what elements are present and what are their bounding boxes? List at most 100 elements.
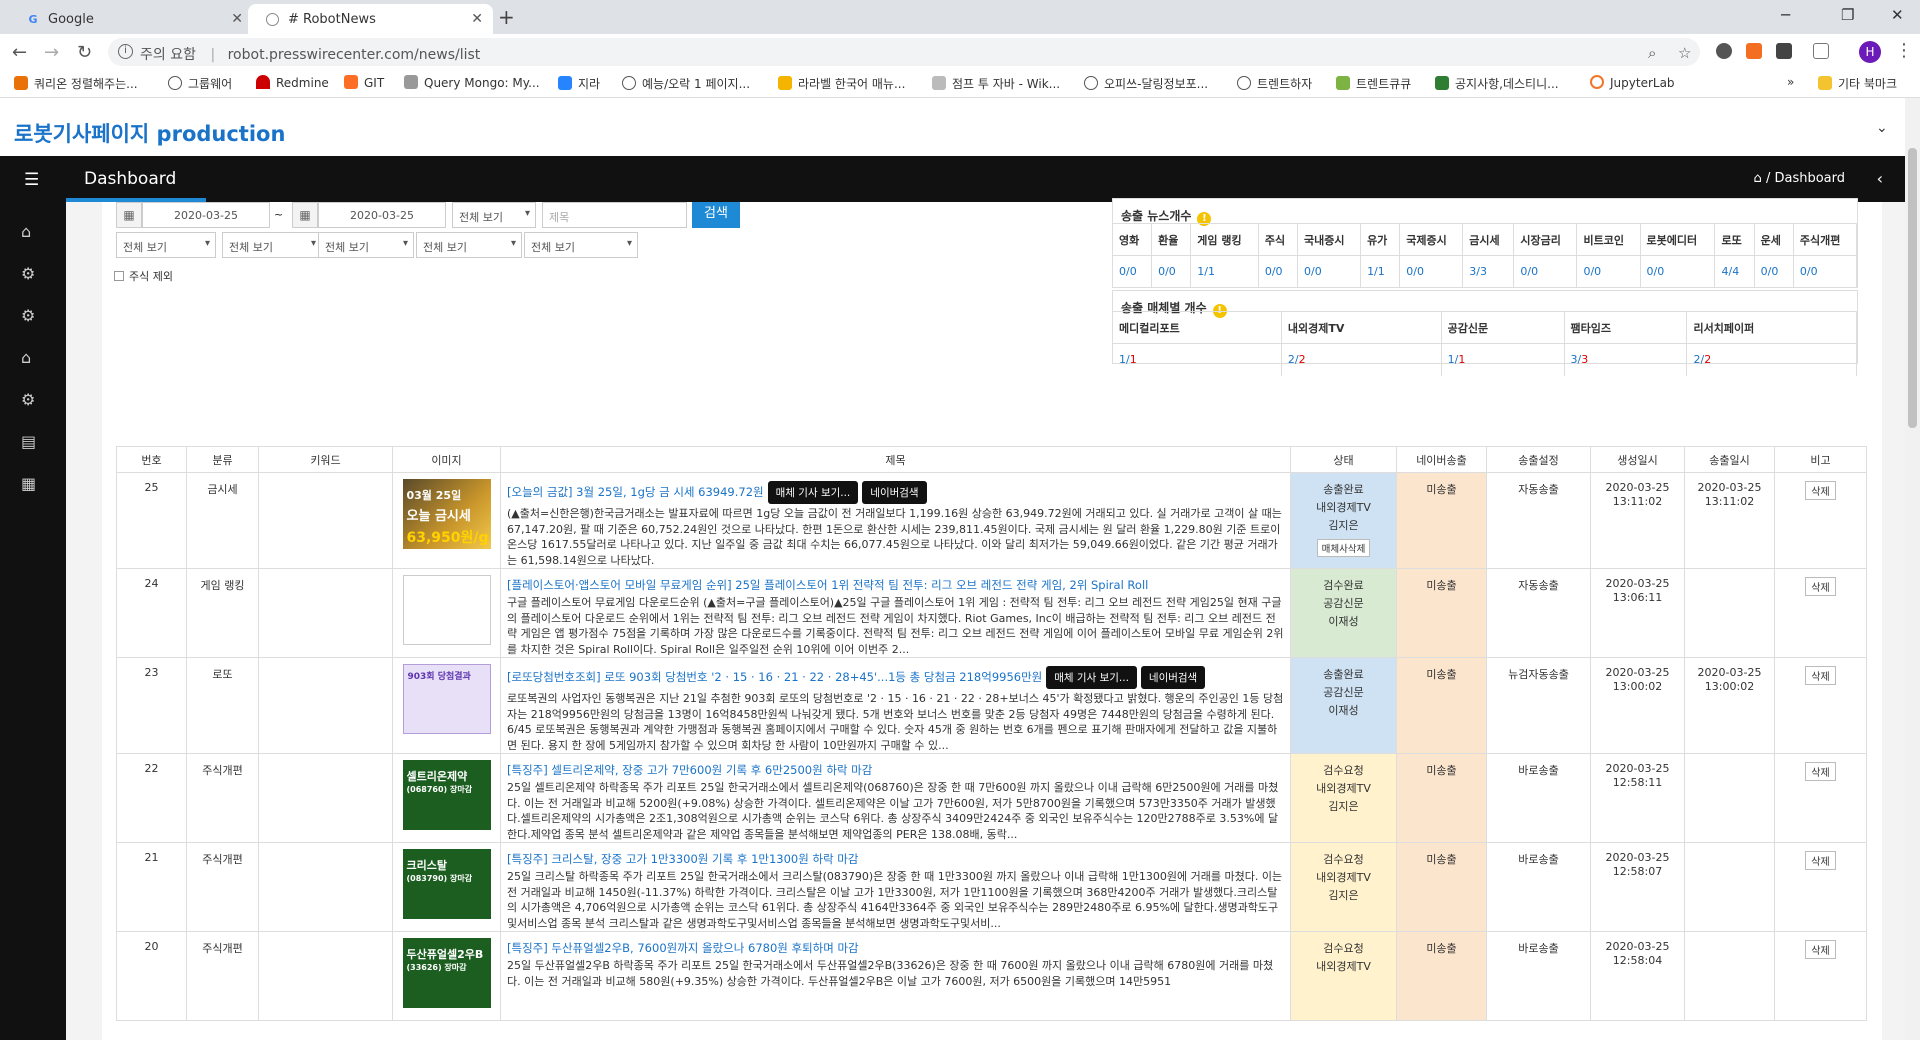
bookmarks-overflow-icon[interactable]: » [1787, 75, 1794, 89]
article-thumbnail[interactable]: 03월 25일 오늘 금시세 63,950원/g [402, 479, 491, 549]
media-count[interactable]: 1/1 [1113, 343, 1282, 376]
avatar[interactable]: H [1859, 41, 1881, 63]
column-header[interactable]: 제목 [500, 446, 1291, 473]
checkbox[interactable] [114, 271, 124, 281]
article-thumbnail[interactable]: 두산퓨얼셀2우B (33626) 장마감 [402, 938, 491, 1008]
file-icon[interactable]: ▦ [21, 474, 36, 493]
table-row[interactable]: 20 주식개편 두산퓨얼셀2우B (33626) 장마감 [특징주] 두산퓨얼셀2우B,… [116, 931, 1867, 1021]
filter-select[interactable]: 전체 보기 [116, 232, 216, 258]
page-scrollbar[interactable] [1905, 98, 1920, 1040]
url-text[interactable]: robot.presswirecenter.com/news/list [228, 47, 481, 63]
table-row[interactable]: 21 주식개편 크리스탈 (083790) 장마감 [특징주] 크리스탈, 장중 고가 … [116, 842, 1867, 932]
delete-button[interactable]: 삭제 [1805, 851, 1836, 870]
hamburger-menu-icon[interactable]: ☰ [24, 170, 39, 190]
filter-select[interactable]: 전체 보기 [318, 232, 414, 258]
forward-arrow-icon[interactable]: → [44, 42, 59, 63]
news-category-count[interactable]: 0/0 [1513, 255, 1578, 288]
calendar-icon[interactable]: ▦ [116, 202, 142, 228]
table-row[interactable]: 25 금시세 03월 25일 오늘 금시세 63,950원/g [오늘의 금값] 3월 2… [116, 472, 1867, 569]
news-category-count[interactable]: 0/0 [1113, 255, 1153, 288]
article-title-link[interactable]: [오늘의 금값] 3월 25일, 1g당 금 시세 63949.72원 [507, 485, 764, 499]
delete-button[interactable]: 삭제 [1805, 666, 1836, 685]
article-title-link[interactable]: [특징주] 크리스탈, 장중 고가 1만3300원 기록 후 1만1300원 하… [507, 852, 858, 866]
delete-button[interactable]: 삭제 [1805, 940, 1836, 959]
date-to-input[interactable]: 2020-03-25 [318, 202, 446, 228]
other-bookmarks[interactable]: 기타 북마크 [1818, 75, 1897, 92]
tab-dashboard[interactable]: Dashboard [66, 156, 206, 202]
bookmark-item[interactable]: 라라벨 한국어 매뉴... [778, 75, 905, 92]
bookmark-item[interactable]: Redmine [256, 75, 329, 90]
table-row[interactable]: 23 로또 903회 당첨결과 [로또당첨번호조회] 로또 903회 당첨번호 '2 … [116, 657, 1867, 754]
restore-icon[interactable]: ❐ [1841, 6, 1854, 24]
column-header[interactable]: 이미지 [392, 446, 501, 473]
chevron-down-icon[interactable]: ⌄ [1876, 120, 1888, 136]
news-category-count[interactable]: 0/0 [1640, 255, 1716, 288]
article-title-link[interactable]: [로또당첨번호조회] 로또 903회 당첨번호 '2 · 15 · 16 · 2… [507, 670, 1042, 684]
bookmark-item[interactable]: 점프 투 자바 - Wik... [932, 75, 1060, 92]
date-from-input[interactable]: 2020-03-25 [142, 202, 270, 228]
article-thumbnail[interactable]: 903회 당첨결과 [402, 664, 491, 734]
column-header[interactable]: 송출일시 [1684, 446, 1775, 473]
news-category-count[interactable]: 1/1 [1360, 255, 1401, 288]
chevron-left-icon[interactable]: ‹ [1877, 169, 1883, 188]
home-icon[interactable]: ⌂ [21, 222, 31, 241]
news-category-count[interactable]: 0/0 [1754, 255, 1794, 288]
breadcrumb-dashboard[interactable]: Dashboard [1774, 171, 1845, 186]
close-tab-icon[interactable]: ✕ [231, 11, 243, 27]
column-header[interactable]: 비고 [1774, 446, 1867, 473]
filter-select[interactable]: 전체 보기 [416, 232, 522, 258]
home-icon[interactable]: ⌂ [1754, 171, 1762, 186]
reload-icon[interactable]: ↻ [77, 42, 92, 63]
bookmark-item[interactable]: 트렌트하자 [1237, 75, 1312, 92]
bookmark-item[interactable]: 쿼리온 정렬해주는... [14, 75, 138, 92]
view-media-article-button[interactable]: 매체 기사 보기... [767, 481, 859, 504]
bookmark-item[interactable]: GIT [344, 75, 384, 90]
bookmark-item[interactable]: 트렌트큐큐 [1336, 75, 1411, 92]
cast-extension-icon[interactable] [1813, 43, 1829, 59]
browser-tab-google[interactable]: G Google ✕ [8, 4, 253, 34]
article-thumbnail[interactable]: 크리스탈 (083790) 장마감 [402, 849, 491, 919]
filter-select[interactable]: 전체 보기 [222, 232, 322, 258]
kebab-menu-icon[interactable]: ⋮ [1895, 40, 1913, 61]
bookmark-item[interactable]: JupyterLab [1590, 75, 1675, 90]
news-category-count[interactable]: 4/4 [1714, 255, 1755, 288]
search-button[interactable]: 검색 [692, 202, 740, 228]
bookmark-item[interactable]: Query Mongo: My... [404, 75, 540, 90]
column-header[interactable]: 키워드 [258, 446, 393, 473]
column-header[interactable]: 번호 [116, 446, 187, 473]
close-tab-icon[interactable]: ✕ [471, 11, 483, 27]
media-count[interactable]: 1/1 [1441, 343, 1565, 376]
filter-select[interactable]: 전체 보기 [524, 232, 638, 258]
article-title-link[interactable]: [특징주] 셀트리온제약, 장중 고가 7만600원 기록 후 6만2500원 … [507, 763, 872, 777]
delete-button[interactable]: 삭제 [1805, 762, 1836, 781]
book-icon[interactable]: ▤ [21, 432, 36, 451]
table-row[interactable]: 22 주식개편 셀트리온제약 (068760) 장마감 [특징주] 셀트리온제약, 장중… [116, 753, 1867, 843]
article-title-link[interactable]: [특징주] 두산퓨얼셀2우B, 7600원까지 올랐으나 6780원 후퇴하며 … [507, 941, 859, 955]
cogs-icon[interactable]: ⚙ [21, 264, 35, 283]
article-title-link[interactable]: [플레이스토어·앱스토어 모바일 무료게임 순위] 25일 플레이스토어 1위 … [507, 578, 1148, 592]
title-search-input[interactable]: 제목 [542, 202, 687, 228]
news-category-count[interactable]: 0/0 [1151, 255, 1192, 288]
view-media-article-button[interactable]: 매체 기사 보기... [1046, 666, 1137, 689]
scrollbar-thumb[interactable] [1908, 148, 1917, 428]
column-header[interactable]: 생성일시 [1590, 446, 1685, 473]
minimize-icon[interactable]: ─ [1781, 6, 1790, 24]
close-window-icon[interactable]: ✕ [1891, 6, 1904, 24]
cogs-icon[interactable]: ⚙ [21, 306, 35, 325]
column-header[interactable]: 분류 [186, 446, 259, 473]
bookmark-item[interactable]: 그룹웨어 [168, 75, 232, 92]
info-extension-icon[interactable] [1776, 43, 1792, 59]
naver-search-button[interactable]: 네이버검색 [1140, 666, 1206, 689]
bookmark-star-icon[interactable]: ☆ [1678, 44, 1691, 62]
delete-media-button[interactable]: 매체사삭제 [1316, 539, 1371, 557]
bookmark-item[interactable]: 공지사항,데스티니... [1435, 75, 1559, 92]
page-title[interactable]: 로봇기사페이지 production [14, 118, 285, 148]
zoom-icon[interactable]: ⌕ [1648, 44, 1656, 62]
news-category-count[interactable]: 0/0 [1297, 255, 1362, 288]
calendar-icon[interactable]: ▦ [292, 202, 318, 228]
news-category-count[interactable]: 0/0 [1793, 255, 1858, 288]
media-count[interactable]: 2/2 [1686, 343, 1857, 376]
bookmark-item[interactable]: 오피쓰-달링정보포... [1084, 75, 1208, 92]
column-header[interactable]: 송출설정 [1486, 446, 1591, 473]
browser-tab-robotnews[interactable]: # RobotNews ✕ [248, 4, 493, 34]
